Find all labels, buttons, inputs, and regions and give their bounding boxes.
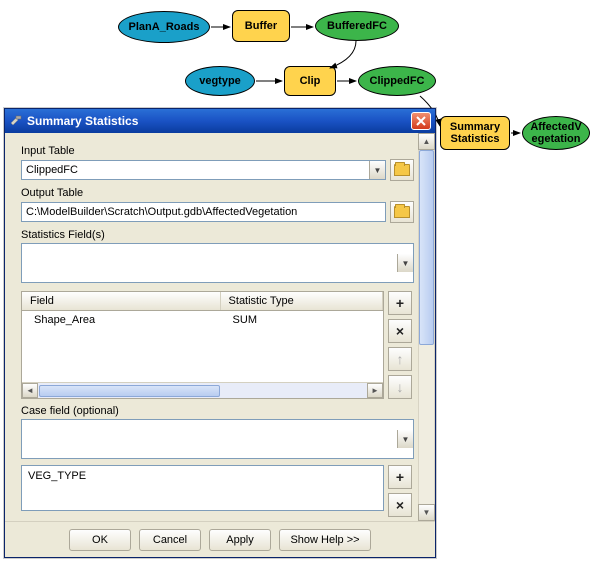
statistics-fields-label: Statistics Field(s) [21, 229, 414, 241]
remove-row-button[interactable]: × [388, 319, 412, 343]
grid-row[interactable]: Shape_Area SUM [22, 311, 383, 329]
x-icon: × [396, 497, 404, 513]
output-table-input[interactable] [21, 202, 386, 222]
scroll-left-icon[interactable]: ◄ [22, 383, 38, 398]
grid-cell-stat: SUM [221, 311, 383, 329]
scroll-up-icon[interactable]: ▲ [418, 133, 435, 150]
move-down-button[interactable]: ↓ [388, 375, 412, 399]
case-field-list[interactable]: VEG_TYPE [21, 465, 384, 511]
list-item[interactable]: VEG_TYPE [28, 470, 377, 482]
statistics-grid[interactable]: Field Statistic Type Shape_Area SUM ◄ [21, 291, 384, 399]
output-table-browse-button[interactable] [390, 201, 414, 223]
tool-icon [9, 114, 23, 128]
dialog-vscrollbar[interactable]: ▲ ▼ [418, 133, 435, 521]
grid-side-buttons: + × ↑ ↓ [388, 291, 414, 399]
dialog-title: Summary Statistics [27, 114, 411, 128]
scroll-right-icon[interactable]: ► [367, 383, 383, 398]
add-case-button[interactable]: + [388, 465, 412, 489]
arrow-down-icon: ↓ [397, 379, 404, 395]
statistics-fields-select[interactable]: ▼ [21, 243, 414, 283]
folder-icon [394, 206, 410, 218]
output-table-label: Output Table [21, 187, 414, 199]
ok-button[interactable]: OK [69, 529, 131, 551]
dialog-body: Input Table ClippedFC ▼ Output Table Sta… [5, 133, 435, 521]
grid-header-stat: Statistic Type [221, 292, 383, 310]
dropdown-arrow-icon: ▼ [397, 430, 413, 448]
input-table-value: ClippedFC [26, 164, 78, 176]
grid-hscrollbar[interactable]: ◄ ► [22, 382, 383, 398]
input-table-select[interactable]: ClippedFC ▼ [21, 160, 386, 180]
grid-cell-field: Shape_Area [22, 311, 221, 329]
cancel-button[interactable]: Cancel [139, 529, 201, 551]
dialog-content: Input Table ClippedFC ▼ Output Table Sta… [5, 133, 418, 521]
move-up-button[interactable]: ↑ [388, 347, 412, 371]
folder-icon [394, 164, 410, 176]
summary-statistics-dialog: Summary Statistics Input Table ClippedFC… [4, 108, 436, 558]
plus-icon: + [396, 295, 404, 311]
titlebar[interactable]: Summary Statistics [5, 109, 435, 133]
remove-case-button[interactable]: × [388, 493, 412, 517]
dialog-footer: OK Cancel Apply Show Help >> [5, 521, 435, 557]
grid-header: Field Statistic Type [22, 292, 383, 311]
close-icon [416, 116, 426, 126]
x-icon: × [396, 323, 404, 339]
plus-icon: + [396, 469, 404, 485]
grid-header-field: Field [22, 292, 221, 310]
case-side-buttons: + × [388, 465, 414, 517]
case-field-label: Case field (optional) [21, 405, 414, 417]
case-field-select[interactable]: ▼ [21, 419, 414, 459]
show-help-button[interactable]: Show Help >> [279, 529, 371, 551]
scroll-down-icon[interactable]: ▼ [418, 504, 435, 521]
close-button[interactable] [411, 112, 431, 130]
add-row-button[interactable]: + [388, 291, 412, 315]
dropdown-arrow-icon: ▼ [369, 161, 385, 179]
input-table-label: Input Table [21, 145, 414, 157]
apply-button[interactable]: Apply [209, 529, 271, 551]
arrow-up-icon: ↑ [397, 351, 404, 367]
dropdown-arrow-icon: ▼ [397, 254, 413, 272]
input-table-browse-button[interactable] [390, 159, 414, 181]
